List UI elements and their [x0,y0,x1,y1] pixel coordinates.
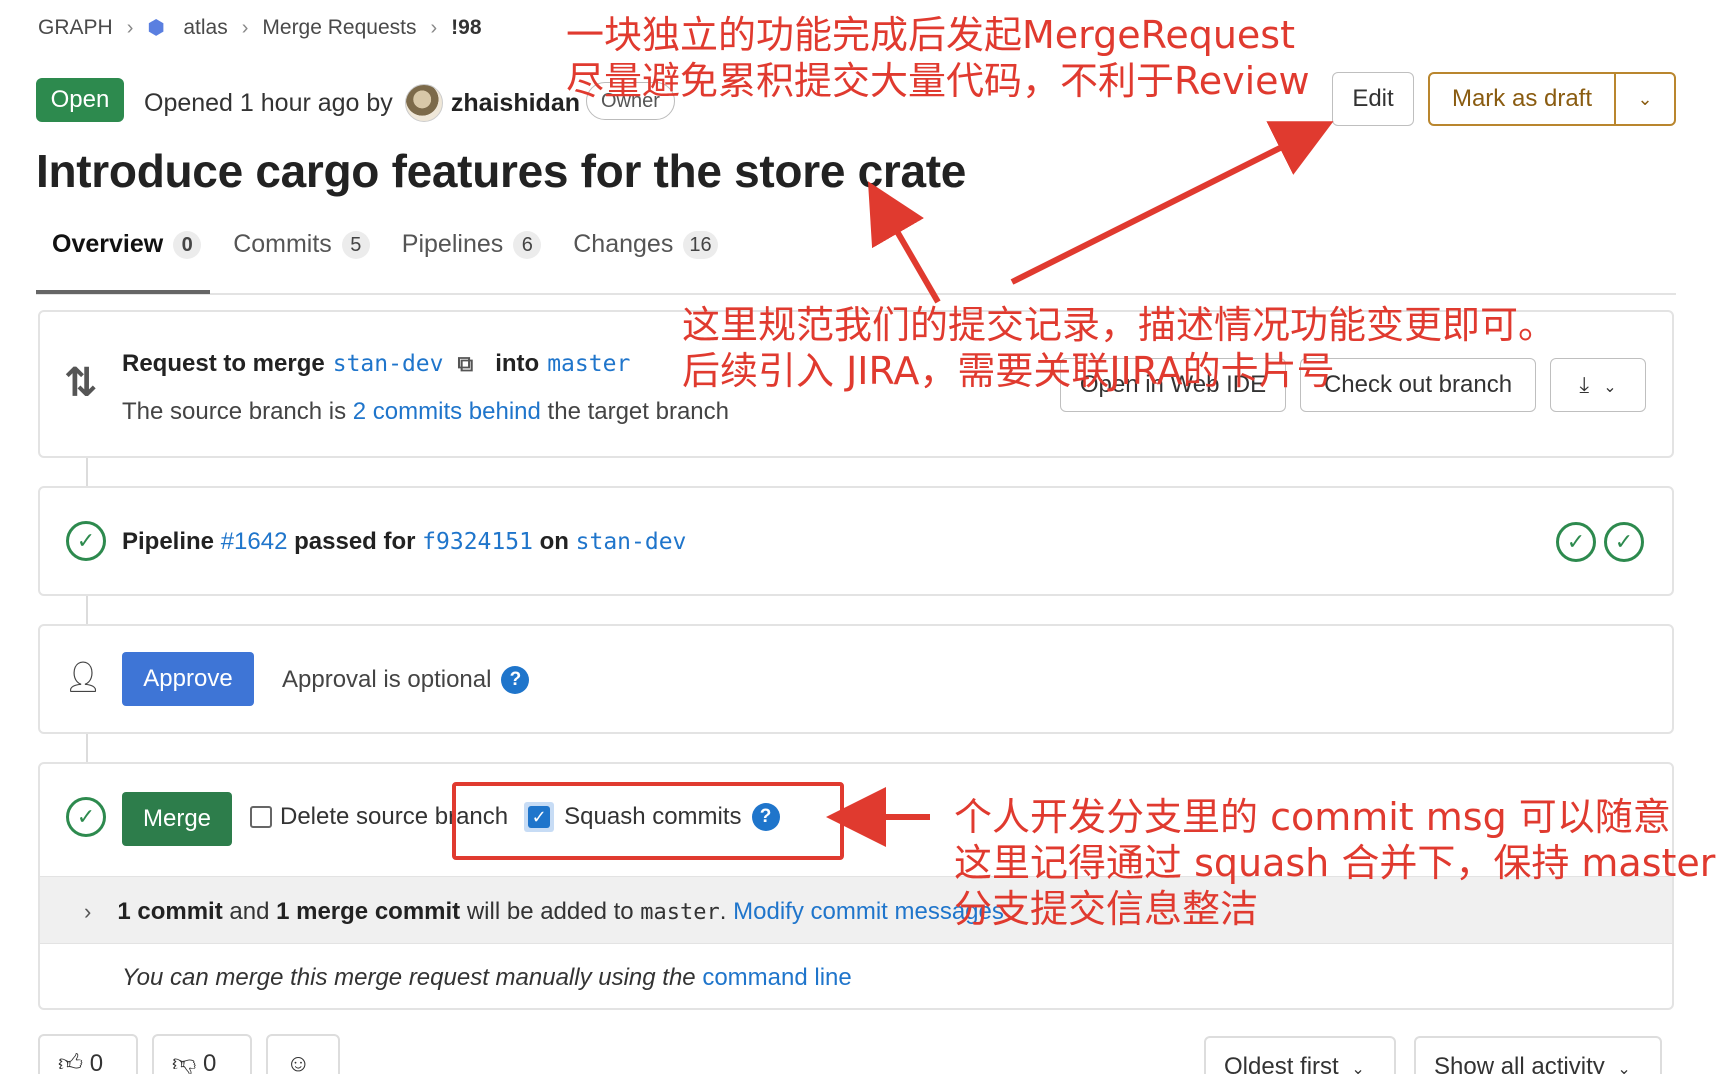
arrow-to-title [867,181,941,304]
arrow-to-edit [1010,121,1334,285]
annotation-arrows [826,121,1334,847]
